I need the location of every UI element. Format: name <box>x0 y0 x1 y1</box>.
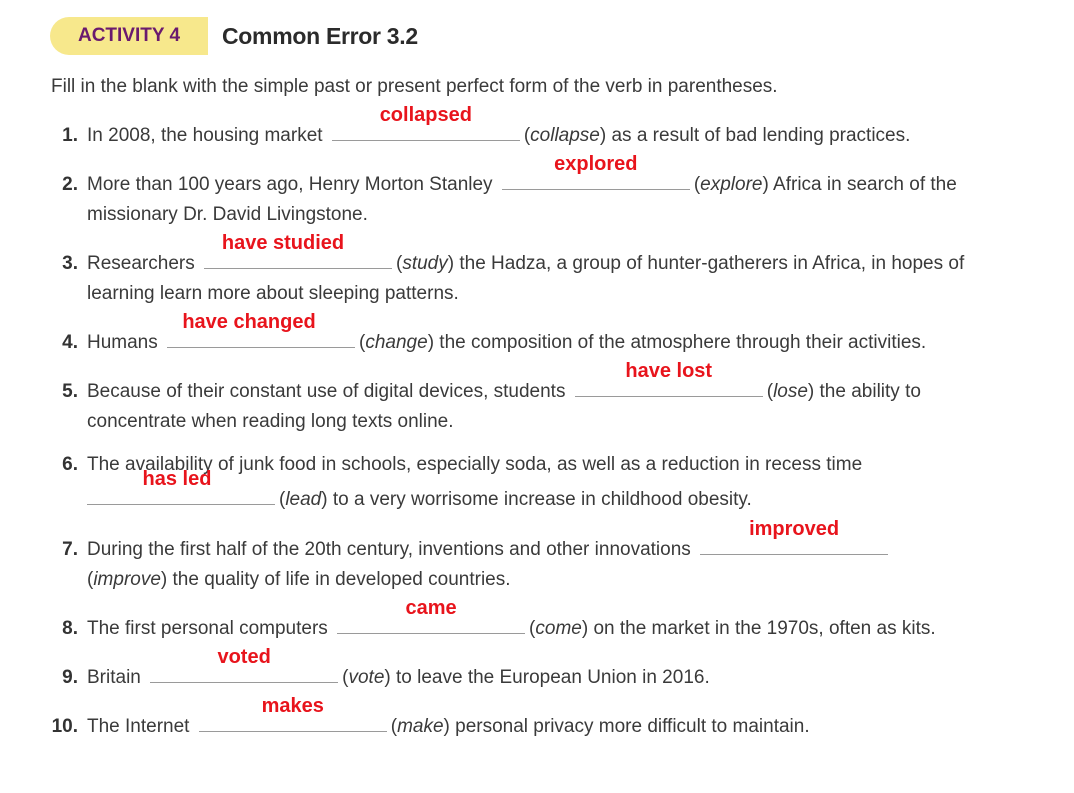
verb-hint: collapse <box>530 125 600 146</box>
item-text-line2: missionary Dr. David Livingstone. <box>87 204 368 225</box>
item-number: 7. <box>62 539 78 560</box>
item-number: 4. <box>62 332 78 353</box>
answer-blank[interactable]: have studied <box>204 232 392 269</box>
answer-text: voted <box>217 646 271 668</box>
answer-text: makes <box>261 695 324 717</box>
item-text-after: the composition of the atmosphere throug… <box>434 332 927 353</box>
answer-blank[interactable]: have lost <box>574 360 763 397</box>
verb-hint: improve <box>93 569 161 590</box>
answer-text: improved <box>749 518 840 540</box>
item-text-line2: learning learn more about sleeping patte… <box>87 283 459 304</box>
item-number: 1. <box>62 125 78 146</box>
item-text-before: In 2008, the housing market <box>87 125 323 146</box>
answer-text: has led <box>142 468 212 490</box>
item-text-before: Because of their constant use of digital… <box>87 381 566 402</box>
item-number: 6. <box>62 454 78 475</box>
item-text-line2: concentrate when reading long texts onli… <box>87 411 454 432</box>
verb-hint: explore <box>700 174 763 195</box>
activity-badge: ACTIVITY 4 <box>50 17 208 55</box>
item-text-after: Africa in search of the <box>768 174 957 195</box>
item-text-after: as a result of bad lending practices. <box>606 125 911 146</box>
item-number: 8. <box>62 618 78 639</box>
answer-blank[interactable]: makes <box>198 695 387 732</box>
activity-title: Common Error 3.2 <box>222 22 418 49</box>
item-text-before: During the first half of the 20th centur… <box>87 539 691 560</box>
verb-hint: lead <box>285 489 322 510</box>
verb-hint: vote <box>348 667 385 688</box>
item-text-before: More than 100 years ago, Henry Morton St… <box>87 174 493 195</box>
item-number: 3. <box>62 253 78 274</box>
activity-header: ACTIVITY 4 Common Error 3.2 <box>50 17 418 55</box>
item-text-after: the Hadza, a group of hunter-gatherers i… <box>454 253 965 274</box>
item-number: 5. <box>62 381 78 402</box>
item-text-after: to leave the European Union in 2016. <box>390 667 710 688</box>
answer-text: have lost <box>625 360 713 382</box>
item-number: 9. <box>62 667 78 688</box>
item-number: 2. <box>62 174 78 195</box>
item-text-before: Britain <box>87 667 141 688</box>
verb-hint: change <box>365 332 428 353</box>
verb-hint: study <box>402 253 448 274</box>
item-text-after: personal privacy more difficult to maint… <box>449 716 810 737</box>
item-number: 10. <box>51 716 78 737</box>
answer-blank[interactable]: collapsed <box>331 104 520 141</box>
item-text-after: to a very worrisome increase in childhoo… <box>327 489 752 510</box>
item-text-before: Humans <box>87 332 158 353</box>
answer-text: have changed <box>182 311 316 333</box>
answer-text: explored <box>554 153 638 175</box>
answer-blank[interactable]: came <box>337 597 526 634</box>
answer-blank[interactable]: have changed <box>167 311 356 348</box>
item-text-before: The first personal computers <box>87 618 328 639</box>
answer-text: came <box>405 597 457 619</box>
instruction-text: Fill in the blank with the simple past o… <box>51 76 778 97</box>
item-text-after: the quality of life in developed countri… <box>167 569 511 590</box>
answer-blank[interactable]: improved <box>700 518 889 555</box>
item-text-before: The Internet <box>87 716 190 737</box>
verb-hint: make <box>397 716 444 737</box>
answer-text: have studied <box>221 232 345 254</box>
item-text-after: on the market in the 1970s, often as kit… <box>588 618 936 639</box>
answer-blank[interactable]: has led <box>87 468 275 505</box>
verb-hint: come <box>535 618 582 639</box>
item-text-after: the ability to <box>814 381 921 402</box>
verb-hint: lose <box>773 381 808 402</box>
answer-text: collapsed <box>379 104 472 126</box>
item-text-before: Researchers <box>87 253 195 274</box>
answer-blank[interactable]: explored <box>501 153 690 190</box>
answer-blank[interactable]: voted <box>150 646 339 683</box>
